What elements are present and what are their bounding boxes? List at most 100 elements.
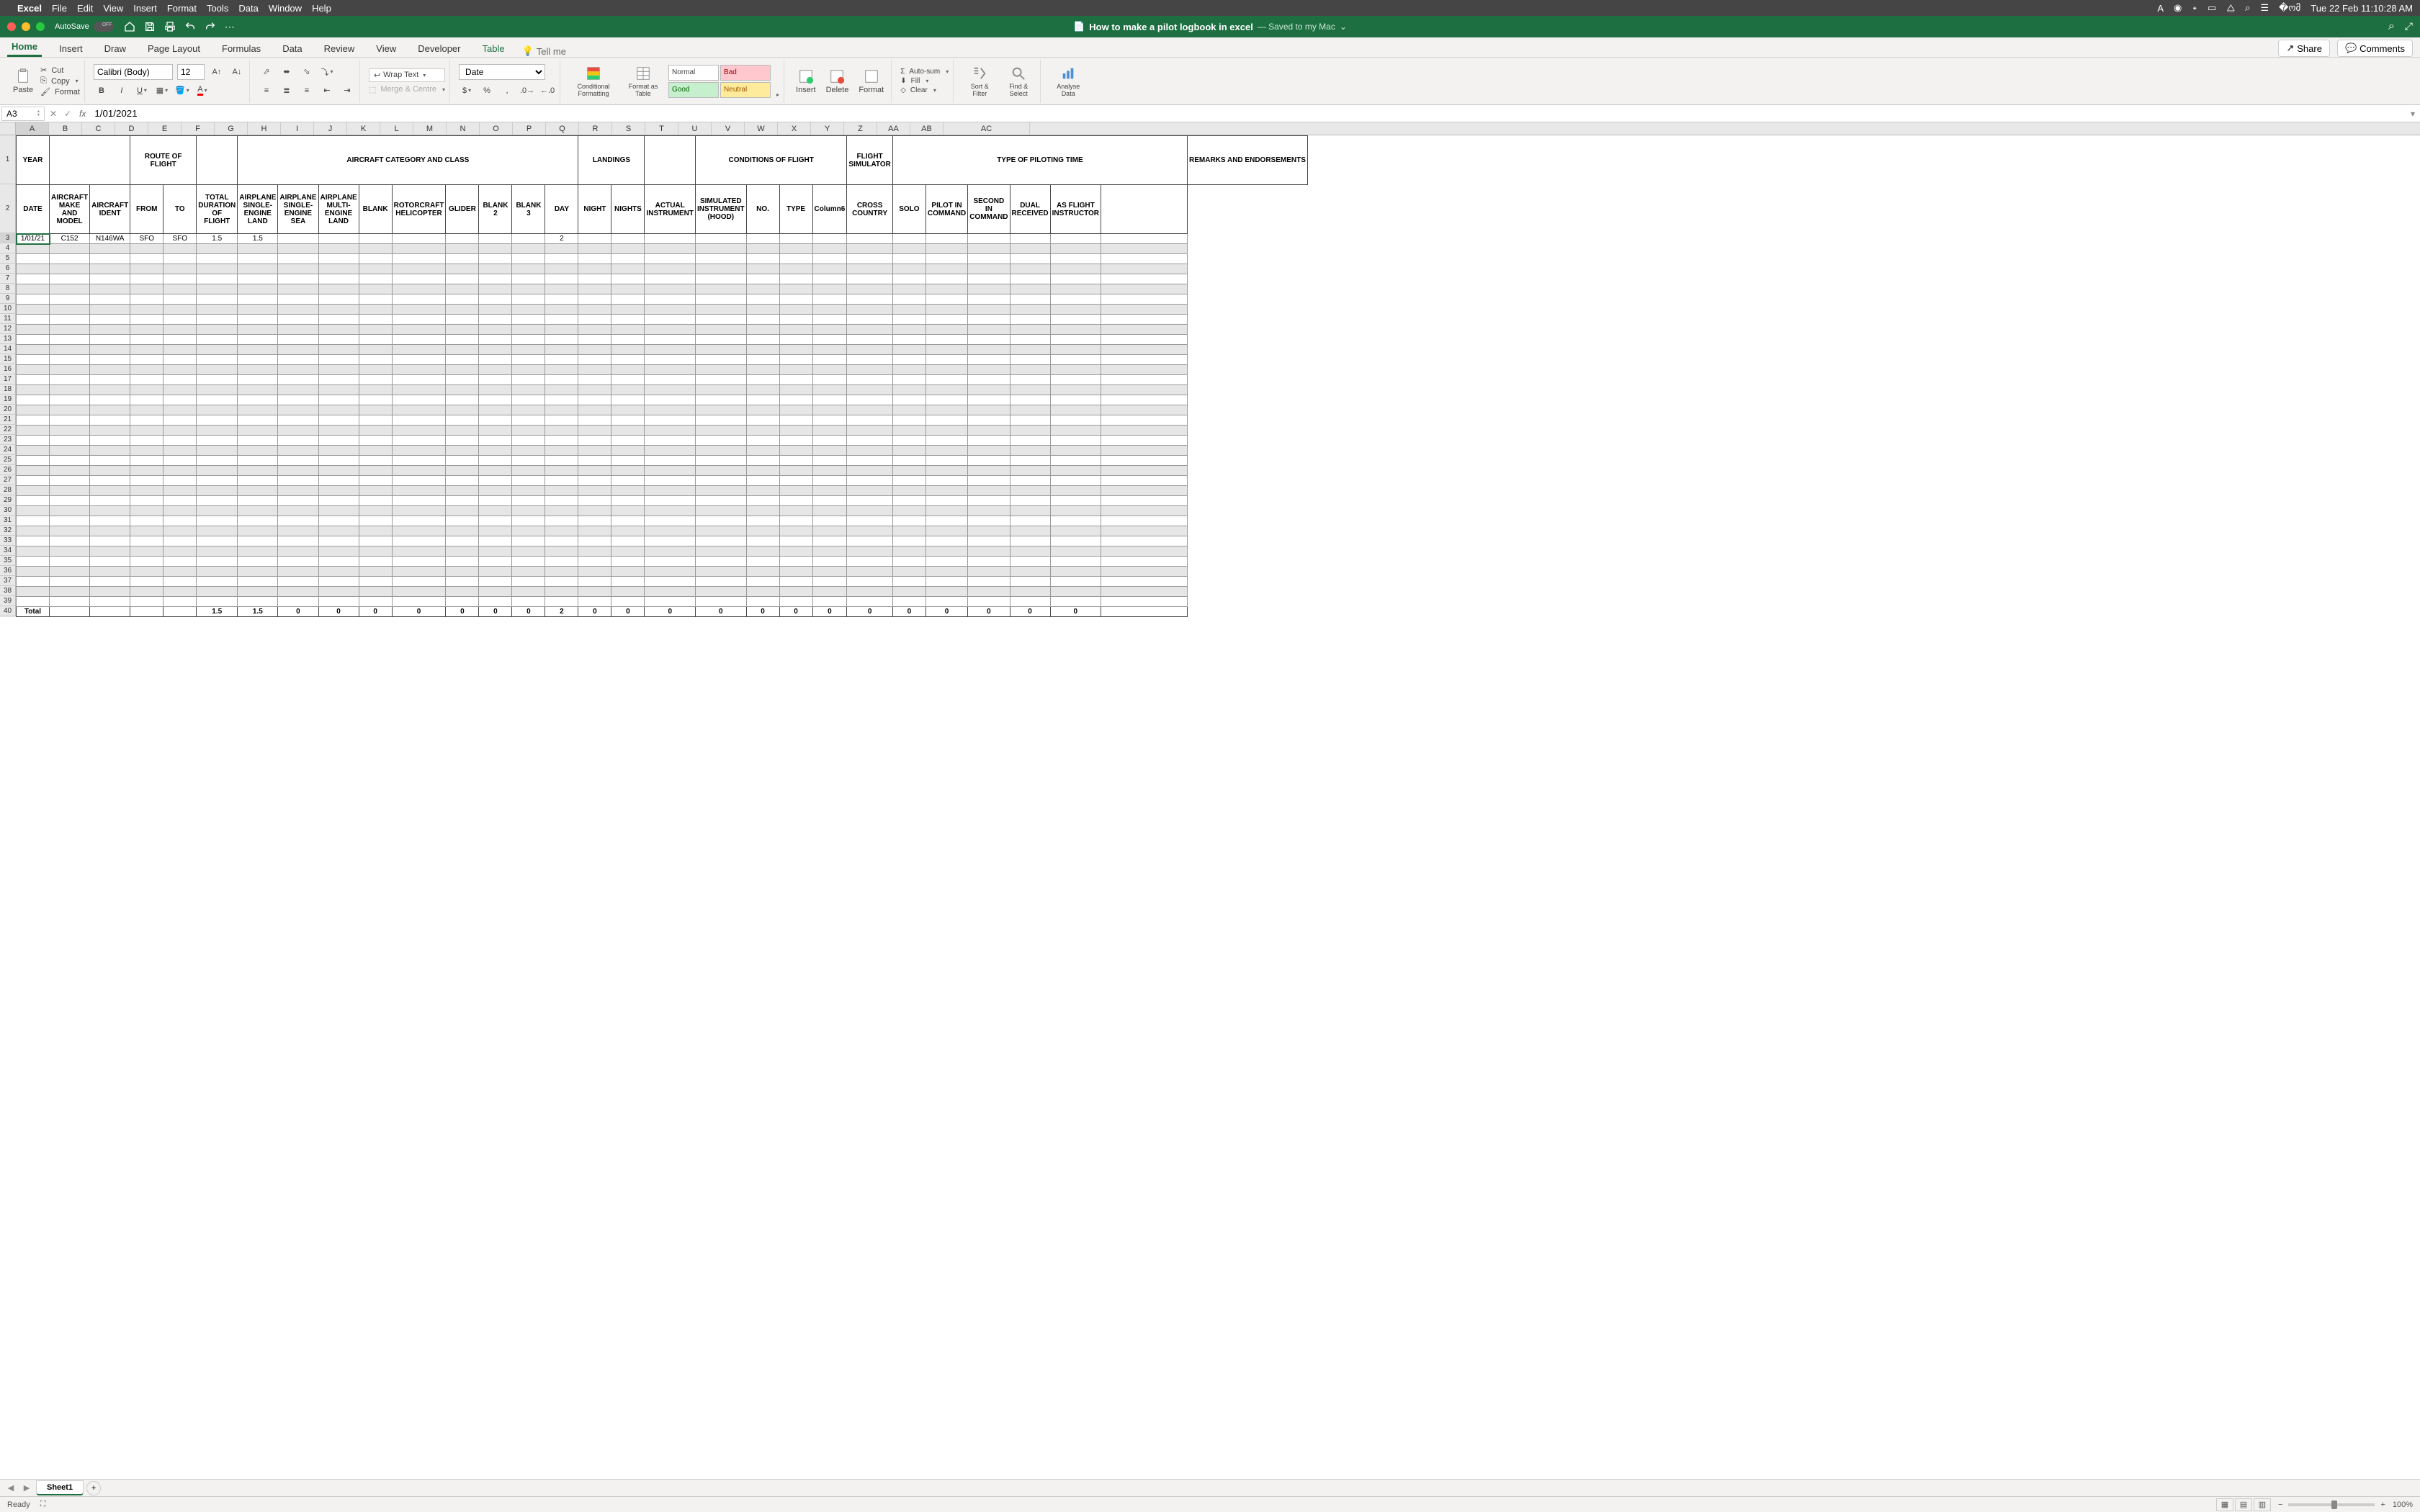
cell[interactable] — [1050, 284, 1101, 294]
row-header-8[interactable]: 8 — [0, 284, 16, 294]
cell[interactable] — [746, 496, 779, 506]
cell[interactable] — [1050, 365, 1101, 375]
add-sheet-button[interactable]: + — [86, 1481, 101, 1495]
cell[interactable] — [359, 284, 392, 294]
cell[interactable] — [512, 486, 545, 496]
cell[interactable] — [1101, 375, 1188, 385]
cell[interactable] — [578, 284, 611, 294]
name-box[interactable]: A3 ▴▾ — [1, 107, 45, 121]
cell[interactable]: 0 — [696, 607, 747, 617]
cell[interactable] — [645, 305, 696, 315]
cell[interactable] — [696, 264, 747, 274]
cell[interactable] — [163, 325, 197, 335]
cell[interactable] — [696, 294, 747, 305]
cell[interactable] — [318, 486, 359, 496]
cell[interactable] — [50, 244, 90, 254]
cell[interactable] — [611, 375, 645, 385]
cell[interactable] — [446, 325, 479, 335]
cell[interactable] — [892, 264, 926, 274]
cell[interactable] — [318, 526, 359, 536]
cell[interactable] — [278, 335, 318, 345]
cell[interactable] — [779, 305, 812, 315]
row-header-19[interactable]: 19 — [0, 395, 16, 405]
cell[interactable] — [746, 305, 779, 315]
format-cells-button[interactable]: Format — [856, 68, 887, 94]
cell[interactable] — [163, 536, 197, 546]
cell[interactable] — [512, 365, 545, 375]
cell[interactable] — [392, 315, 446, 325]
cell[interactable] — [926, 456, 967, 466]
cell[interactable] — [779, 395, 812, 405]
cell[interactable] — [696, 466, 747, 476]
cell[interactable] — [968, 486, 1010, 496]
cell[interactable] — [197, 466, 238, 476]
cell[interactable] — [892, 405, 926, 415]
column-headers[interactable]: ABCDEFGHIJKLMNOPQRSTUVWXYZAAABAC — [16, 122, 2420, 135]
cell[interactable] — [479, 264, 512, 274]
tab-developer[interactable]: Developer — [413, 40, 465, 57]
cell[interactable] — [926, 516, 967, 526]
print-icon[interactable] — [164, 21, 176, 32]
cell[interactable] — [446, 466, 479, 476]
cell[interactable] — [17, 355, 50, 365]
cell[interactable] — [1101, 557, 1188, 567]
cell[interactable] — [1050, 506, 1101, 516]
cell[interactable] — [446, 355, 479, 365]
cell[interactable] — [892, 567, 926, 577]
cell[interactable] — [892, 577, 926, 587]
cell[interactable] — [812, 426, 847, 436]
cell[interactable] — [611, 466, 645, 476]
cell[interactable] — [318, 476, 359, 486]
cell[interactable] — [197, 325, 238, 335]
cell[interactable] — [238, 264, 278, 274]
cell[interactable] — [238, 254, 278, 264]
cell[interactable] — [1010, 587, 1050, 597]
cell[interactable] — [746, 536, 779, 546]
cell[interactable] — [968, 557, 1010, 567]
cell[interactable]: 1.5 — [238, 607, 278, 617]
cell[interactable] — [130, 557, 163, 567]
paste-button[interactable]: Paste — [10, 68, 36, 94]
cell[interactable] — [926, 557, 967, 567]
cell[interactable] — [359, 567, 392, 577]
cell[interactable] — [163, 486, 197, 496]
cell[interactable] — [779, 526, 812, 536]
cell[interactable] — [392, 516, 446, 526]
cell[interactable] — [611, 385, 645, 395]
cell[interactable] — [238, 567, 278, 577]
cell[interactable] — [130, 466, 163, 476]
cell[interactable]: 0 — [812, 607, 847, 617]
cell[interactable] — [163, 607, 197, 617]
cell[interactable] — [392, 587, 446, 597]
cell[interactable] — [392, 355, 446, 365]
cell[interactable] — [968, 254, 1010, 264]
cell[interactable] — [50, 284, 90, 294]
cell[interactable] — [318, 355, 359, 365]
cell[interactable] — [1050, 395, 1101, 405]
header1-cell[interactable]: AIRCRAFT CATEGORY AND CLASS — [238, 136, 578, 185]
cell[interactable] — [968, 436, 1010, 446]
cell[interactable] — [197, 567, 238, 577]
cell[interactable] — [847, 284, 893, 294]
cell[interactable]: 1.5 — [197, 607, 238, 617]
header1-cell[interactable] — [197, 136, 238, 185]
cell[interactable] — [238, 476, 278, 486]
cell[interactable] — [545, 274, 578, 284]
row-header-3[interactable]: 3 — [0, 233, 16, 243]
cell[interactable] — [746, 254, 779, 264]
cell[interactable] — [197, 294, 238, 305]
cell[interactable] — [238, 415, 278, 426]
cell[interactable] — [130, 536, 163, 546]
sheet-nav-prev-icon[interactable]: ◀ — [4, 1483, 17, 1493]
cell[interactable] — [746, 557, 779, 567]
cell[interactable] — [611, 587, 645, 597]
cell[interactable] — [278, 284, 318, 294]
cell[interactable] — [779, 325, 812, 335]
cell[interactable] — [446, 567, 479, 577]
cell[interactable]: SFO — [163, 234, 197, 244]
cell[interactable] — [892, 345, 926, 355]
cell[interactable] — [812, 405, 847, 415]
cell[interactable] — [238, 345, 278, 355]
cell[interactable] — [545, 395, 578, 405]
cell[interactable]: 0 — [446, 607, 479, 617]
